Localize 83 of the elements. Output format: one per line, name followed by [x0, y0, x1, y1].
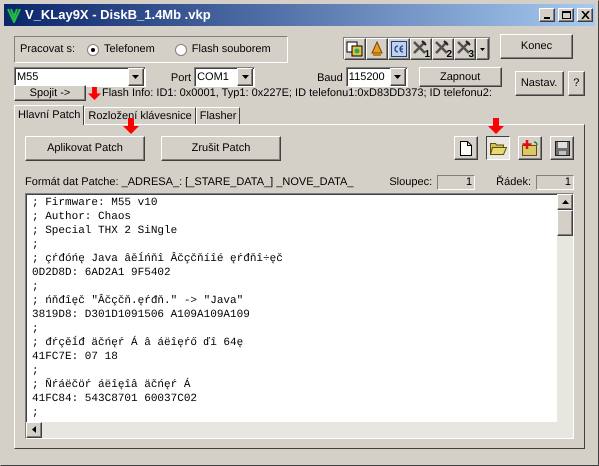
code-line: 41FC84: 543C8701 60037C02 [32, 392, 198, 406]
phone-select[interactable]: M55 [14, 67, 146, 87]
tab[interactable]: Flasher [196, 106, 240, 124]
baud-select[interactable]: 115200 [346, 67, 408, 87]
vertical-scrollbar[interactable] [557, 194, 573, 422]
caret-icon [394, 75, 402, 79]
caret-icon [242, 75, 249, 79]
apply-patch-button[interactable]: Aplikovat Patch [25, 136, 145, 160]
code-line: 0D2D8D: 6AD2A1 9F5402 [32, 266, 171, 280]
cancel-patch-button[interactable]: Zrušit Patch [161, 136, 281, 160]
code-line: ; [32, 406, 39, 420]
tab[interactable]: Rozložení klávesnice [84, 106, 196, 124]
close-button[interactable] [577, 8, 593, 22]
bell-icon [370, 41, 384, 57]
settings-button[interactable]: Nastav. [514, 71, 564, 96]
column-label: Sloupec: [389, 175, 432, 190]
arrow-icon [123, 118, 139, 134]
text-style-icon [346, 41, 364, 57]
maximize-button[interactable] [558, 8, 574, 22]
code-line: ; [32, 322, 39, 336]
code-line: 3819D8: D301D1091506 A109A109A109 [32, 308, 250, 322]
power-on-button[interactable]: Zapnout [418, 67, 502, 87]
dropdown-button[interactable] [237, 68, 254, 86]
window-title: V_KLay9X - DiskB_1.4Mb .vkp [25, 6, 212, 24]
quit-button[interactable]: Konec [500, 34, 573, 59]
ce-mark-icon [391, 41, 407, 57]
radio-button[interactable] [174, 44, 187, 56]
code-line: ; Firmware: M55 v10 [32, 196, 158, 210]
minimize-button[interactable] [539, 8, 555, 22]
code-line: ; đŕçěĺđ äčńęŕ Á â áëîęŕő ďî 64ę [32, 336, 244, 350]
help-button[interactable]: ? [568, 71, 585, 96]
folder-add-icon [522, 140, 538, 156]
arrow-icon [88, 87, 101, 100]
row-label: Řádek: [496, 174, 531, 190]
code-line: ; Ňŕáëčöŕ áëîęîâ äčńęŕ Á [32, 378, 190, 392]
dropdown-button[interactable] [390, 68, 406, 86]
column-field: 1 [437, 175, 476, 190]
code-line: ; [32, 280, 39, 294]
new-document-icon [460, 140, 472, 156]
port-label: Port [170, 71, 192, 86]
flash-info: Flash Info: ID1: 0x0001, Typ1: 0x227E; ID telefonu1:0xD83DD373; ID telefonu2: [102, 86, 492, 101]
tools-button[interactable]: 2 [432, 38, 454, 60]
radio-option[interactable]: Flash souborem [174, 41, 271, 58]
format-hint: Formát dat Patche: _ADRESA_: [_STARE_DATA_] _NOVE_DATA_ [25, 175, 355, 190]
file-button[interactable] [486, 136, 510, 160]
dropdown-button[interactable] [128, 68, 144, 86]
tools-icon [412, 40, 427, 55]
scroll-up-button[interactable] [557, 194, 573, 210]
code-line: ; [32, 238, 39, 252]
up-arrow-icon [562, 200, 568, 204]
mode-label: Pracovat s: [20, 42, 76, 58]
radio-button[interactable] [87, 44, 100, 56]
toolbar-button[interactable] [344, 38, 366, 60]
more-button[interactable] [476, 38, 489, 60]
maximize-icon [562, 11, 570, 19]
left-arrow-icon [32, 426, 36, 433]
arrow-icon [488, 118, 504, 134]
radio-option[interactable]: Telefonem [87, 41, 155, 58]
caret-icon [480, 48, 485, 50]
close-icon [580, 11, 590, 19]
folder-icon [490, 141, 506, 155]
caret-icon [132, 75, 140, 79]
toolbar-button[interactable] [366, 38, 388, 60]
tools-button[interactable]: 1 [410, 38, 432, 60]
scroll-thumb[interactable] [557, 210, 573, 236]
row-field: 1 [536, 175, 574, 190]
tools-button[interactable]: 3 [454, 38, 476, 60]
port-select[interactable]: COM1 [194, 67, 256, 87]
baud-label: Baud [317, 71, 343, 86]
code-line: ; Author: Chaos [32, 210, 132, 224]
horizontal-scrollbar[interactable] [26, 422, 573, 438]
code-line: ; [32, 364, 39, 378]
code-line: ; Special THX 2 SiNgle [32, 224, 178, 238]
save-icon [554, 140, 570, 156]
code-line: ; ńňđîęč "Âčçčň.ęŕđň." -> "Java" [32, 294, 244, 308]
code-line: 41FC7E: 07 18 [32, 350, 118, 364]
scroll-left-button[interactable] [26, 422, 42, 438]
code-line: ; çŕđóńę Java âěĺńňî Âčçčňíîé ęŕđňî÷ęč [32, 252, 283, 266]
tab[interactable]: Hlavní Patch [14, 104, 84, 124]
patch-editor[interactable] [25, 192, 574, 438]
toolbar-button[interactable] [388, 38, 410, 60]
app-icon [6, 7, 22, 23]
connect-button[interactable]: Spojit -> [14, 85, 86, 102]
